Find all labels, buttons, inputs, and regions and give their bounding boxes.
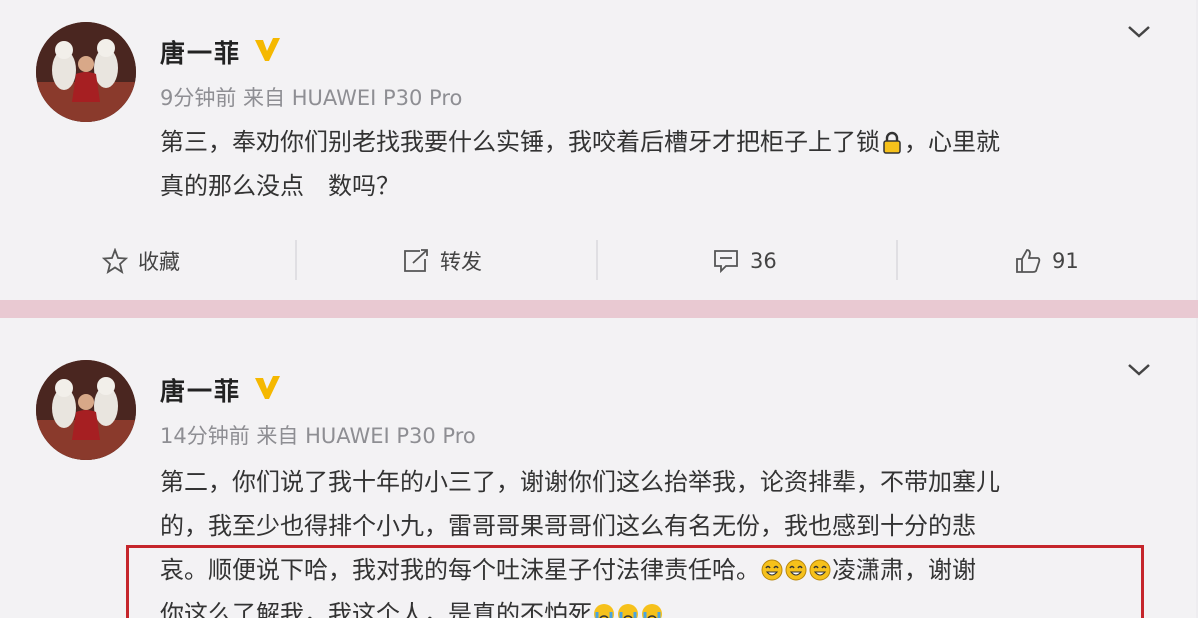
divider: [295, 240, 297, 280]
favorite-label: 收藏: [138, 250, 180, 274]
like-button[interactable]: 91: [1014, 236, 1079, 286]
lock-emoji: [883, 131, 901, 154]
like-count: 91: [1052, 249, 1079, 273]
text-line: 真的那么没点 数吗？: [160, 172, 400, 200]
divider: [596, 240, 598, 280]
weibo-screenshot: 唐一菲 9分钟前 来自 HUAWEI P30 Pro 第三，奉劝你们别老找我要什…: [0, 0, 1198, 618]
like-icon: [1016, 249, 1041, 273]
post-text: 第三，奉劝你们别老找我要什么实锤，我咬着后槽牙才把柜子上了锁 ，心里就 真的那么没…: [160, 120, 1160, 208]
divider: [896, 240, 898, 280]
chevron-down-icon[interactable]: [1126, 24, 1152, 40]
post-card: 唐一菲 9分钟前 来自 HUAWEI P30 Pro 第三，奉劝你们别老找我要什…: [0, 0, 1196, 301]
post-meta: 9分钟前 来自 HUAWEI P30 Pro: [160, 86, 463, 110]
cry-emoji: [642, 604, 662, 618]
cry-emoji: [618, 604, 638, 618]
post-separator: [0, 300, 1198, 318]
comment-count: 36: [750, 249, 777, 273]
post-card: 唐一菲 14分钟前 来自 HUAWEI P30 Pro 第二，你们说了我十年的小…: [0, 318, 1196, 618]
star-icon: [102, 248, 128, 274]
chevron-down-icon[interactable]: [1126, 362, 1152, 378]
repost-label: 转发: [440, 250, 482, 274]
verified-v-icon: [255, 376, 280, 399]
comment-button[interactable]: 36: [712, 236, 777, 286]
text-line: 第三，奉劝你们别老找我要什么实锤，我咬着后槽牙才把柜子上了锁: [160, 128, 880, 156]
laugh-emoji: [809, 559, 831, 581]
cry-emoji: [594, 604, 614, 618]
avatar[interactable]: [36, 360, 136, 460]
username[interactable]: 唐一菲: [160, 34, 241, 70]
action-bar: 收藏 转发 36 91: [0, 236, 1196, 286]
post-text: 第二，你们说了我十年的小三了，谢谢你们这么抬举我，论资排辈，不带加塞儿 的，我至…: [160, 460, 1160, 618]
avatar[interactable]: [36, 22, 136, 122]
text-line: 第二，你们说了我十年的小三了，谢谢你们这么抬举我，论资排辈，不带加塞儿: [160, 468, 1000, 496]
text-line: 你这么了解我，我这个人，是真的不怕死: [160, 600, 592, 618]
verified-v-icon: [255, 38, 280, 61]
text-line: 的，我至少也得排个小九，雷哥哥果哥哥们这么有名无份，我也感到十分的悲: [160, 512, 976, 540]
repost-icon: [404, 249, 428, 272]
text-line: 凌潇肃，谢谢: [832, 556, 976, 584]
text-line: 哀。顺便说下哈，我对我的每个吐沫星子付法律责任哈。: [160, 556, 760, 584]
text-line: ，心里就: [904, 128, 1000, 156]
repost-button[interactable]: 转发: [402, 236, 482, 286]
comment-icon: [714, 250, 738, 274]
laugh-emoji: [761, 559, 783, 581]
laugh-emoji: [785, 559, 807, 581]
post-meta: 14分钟前 来自 HUAWEI P30 Pro: [160, 424, 476, 448]
username[interactable]: 唐一菲: [160, 372, 241, 408]
favorite-button[interactable]: 收藏: [102, 236, 180, 286]
